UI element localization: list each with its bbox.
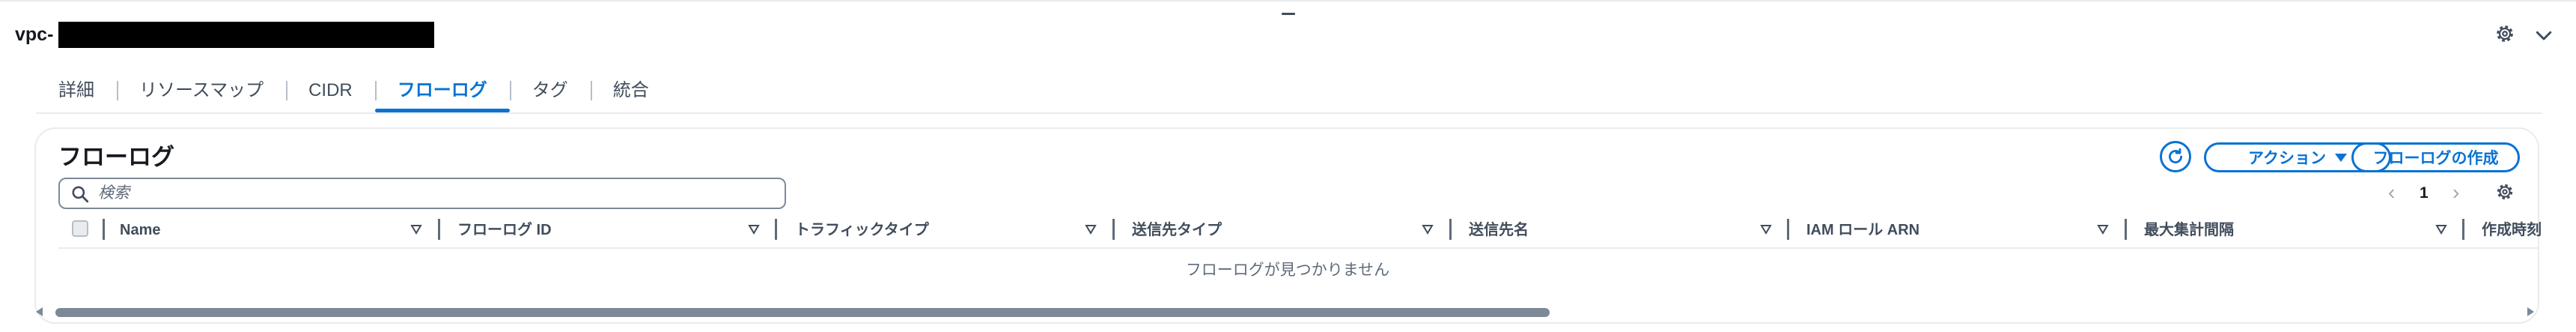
sort-icon[interactable] [2097, 223, 2109, 235]
refresh-icon [2169, 148, 2182, 163]
search-input[interactable] [98, 179, 772, 208]
create-flow-log-button[interactable]: フローログの作成 [2351, 142, 2520, 172]
chevron-down-icon[interactable] [2533, 24, 2555, 46]
column-header-iam-role-arn[interactable]: IAM ロール ARN [1806, 220, 1919, 241]
tab-details[interactable]: 詳細 [36, 72, 117, 111]
page-number[interactable]: 1 [2420, 183, 2429, 204]
settings-gear-icon[interactable] [2494, 22, 2516, 45]
chevron-left-icon[interactable]: ‹ [2388, 181, 2395, 204]
sort-icon[interactable] [1422, 223, 1434, 235]
actions-label: アクション [2248, 150, 2326, 167]
caret-down-icon [2334, 153, 2347, 162]
scroll-right-icon[interactable] [2527, 307, 2534, 316]
sort-icon[interactable] [1085, 223, 1097, 235]
table-settings-gear-icon[interactable] [2494, 181, 2515, 202]
tab-resource-map[interactable]: リソースマップ [117, 72, 286, 111]
redacted-vpc-id [58, 22, 434, 48]
chevron-right-icon[interactable]: › [2452, 181, 2459, 204]
column-header-destination-name[interactable]: 送信先名 [1469, 220, 1529, 241]
select-all-checkbox[interactable] [72, 220, 88, 237]
page-title: vpc- [15, 24, 54, 45]
column-header-traffic-type[interactable]: トラフィックタイプ [795, 220, 929, 241]
column-separator[interactable] [438, 219, 440, 240]
empty-state-message: フローログが見つかりません [1185, 262, 1390, 279]
column-separator [103, 219, 105, 240]
column-header-max-aggregation-interval[interactable]: 最大集計間隔 [2144, 220, 2234, 241]
tab-cidr[interactable]: CIDR [286, 72, 375, 111]
resize-handle[interactable] [1282, 13, 1295, 15]
tab-flow-logs[interactable]: フローログ [374, 72, 510, 112]
tab-tags[interactable]: タグ [509, 72, 591, 111]
panel-title: フローログ [58, 144, 174, 170]
window-top-border [0, 0, 2576, 1]
column-header-destination-type[interactable]: 送信先タイプ [1132, 220, 1222, 241]
column-separator[interactable] [1787, 219, 1789, 240]
sort-icon[interactable] [2435, 223, 2447, 235]
column-separator[interactable] [1449, 219, 1452, 240]
sort-icon[interactable] [410, 223, 422, 235]
create-flow-log-label: フローログの作成 [2372, 150, 2499, 167]
column-separator[interactable] [775, 219, 777, 240]
column-separator[interactable] [2462, 219, 2464, 240]
sort-icon[interactable] [748, 223, 760, 235]
search-icon [72, 186, 89, 203]
tabs-divider [36, 112, 2542, 114]
refresh-button[interactable] [2160, 141, 2191, 172]
tab-bar: 詳細 リソースマップ CIDR フローログ タグ 統合 [36, 72, 672, 112]
scroll-left-icon[interactable] [36, 307, 43, 316]
tab-integrations[interactable]: 統合 [590, 72, 672, 111]
column-header-creation-time[interactable]: 作成時刻 [2482, 220, 2542, 241]
column-header-name[interactable]: Name [120, 220, 160, 241]
header-divider [58, 247, 2539, 249]
column-separator[interactable] [2125, 219, 2127, 240]
sort-icon[interactable] [1760, 223, 1772, 235]
horizontal-scrollbar-thumb[interactable] [55, 308, 1550, 317]
column-header-flow-log-id[interactable]: フローログ ID [457, 220, 552, 241]
column-separator[interactable] [1112, 219, 1115, 240]
